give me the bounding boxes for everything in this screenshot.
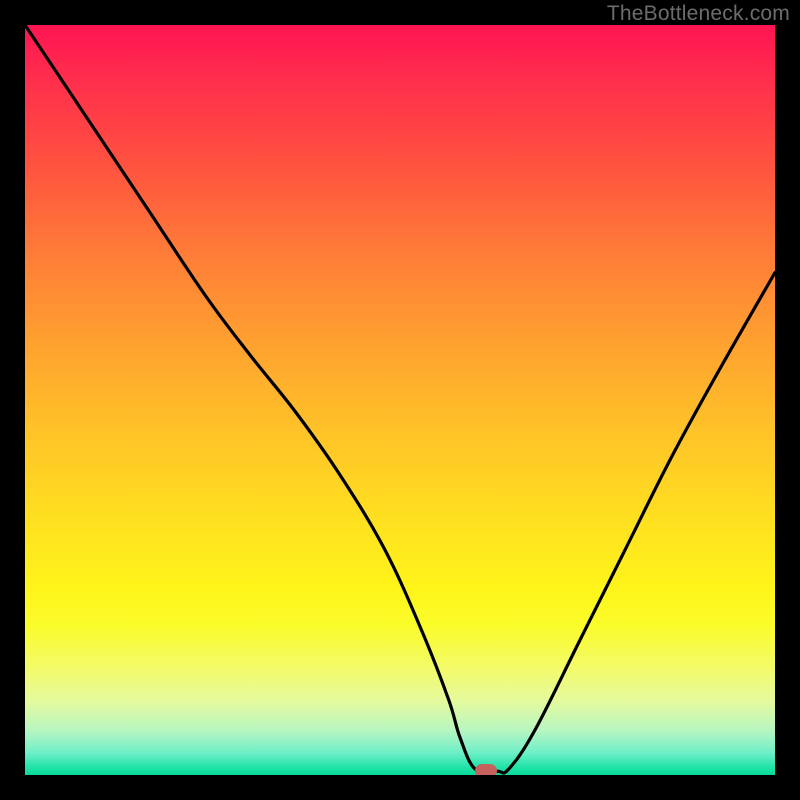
watermark-text: TheBottleneck.com	[607, 2, 790, 26]
optimal-point-marker	[475, 764, 497, 776]
chart-curve-svg	[25, 25, 775, 775]
chart-plot-area	[25, 25, 775, 775]
bottleneck-curve-line	[25, 25, 775, 773]
